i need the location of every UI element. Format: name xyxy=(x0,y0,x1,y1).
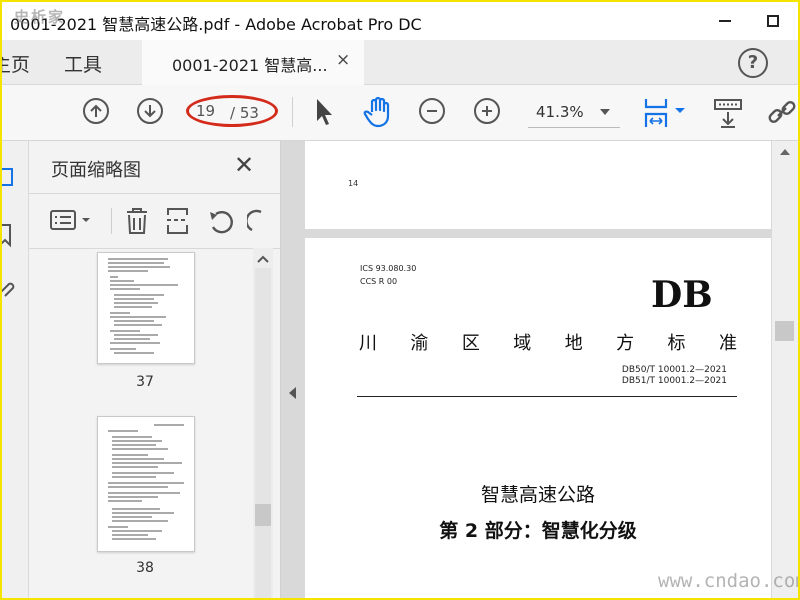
window-title: 0001-2021 智慧高速公路.pdf - Adobe Acrobat Pro… xyxy=(10,15,422,34)
toolbar: / 53 41.3% xyxy=(2,85,798,141)
tab-close-icon[interactable]: × xyxy=(336,50,350,70)
thumbnail-label: 37 xyxy=(136,374,154,390)
highlight-ellipse xyxy=(186,95,278,127)
left-rail xyxy=(2,141,29,598)
minimize-icon xyxy=(719,20,731,22)
select-cursor-icon[interactable] xyxy=(313,97,335,127)
previous-page-button[interactable] xyxy=(83,98,109,124)
current-page: ICS 93.080.30 CCS R 00 DB 川 渝 区 域 地 方 标 … xyxy=(305,238,771,598)
standard-title-char: 地 xyxy=(564,333,583,354)
watermark-top: 史析家 xyxy=(14,8,66,26)
standard-title-char: 标 xyxy=(667,333,686,354)
home-tab[interactable]: 主页 xyxy=(2,50,30,77)
trash-icon[interactable] xyxy=(124,206,150,236)
page-thumbnail[interactable] xyxy=(97,416,195,552)
previous-page: 14 xyxy=(305,141,771,229)
ics-code: ICS 93.080.30 CCS R 00 xyxy=(360,262,416,288)
standard-codes: DB50/T 10001.2—2021 DB51/T 10001.2—2021 xyxy=(595,365,727,387)
next-page-button[interactable] xyxy=(137,98,163,124)
extract-pages-icon[interactable] xyxy=(165,206,191,236)
watermark-bottom: www.cndao.com xyxy=(658,570,800,592)
minus-icon xyxy=(427,110,437,112)
close-icon[interactable]: ✕ xyxy=(234,151,254,179)
minimize-button[interactable] xyxy=(702,2,748,40)
options-menu-icon[interactable] xyxy=(49,208,95,234)
scroll-thumb[interactable] xyxy=(775,321,794,341)
standard-title-char: 区 xyxy=(461,333,480,354)
arrow-up-icon xyxy=(90,104,102,117)
tools-divider xyxy=(111,208,112,234)
page-thumbnails-nav-icon[interactable] xyxy=(2,163,16,193)
page-thumbnail-preview xyxy=(108,258,178,354)
document-scrollbar[interactable] xyxy=(772,141,798,598)
zoom-dropdown[interactable]: 41.3% xyxy=(528,99,620,128)
maximize-button[interactable] xyxy=(750,2,796,40)
bookmark-nav-icon[interactable] xyxy=(2,219,16,249)
scroll-track xyxy=(255,268,271,598)
app-window: 0001-2021 智慧高速公路.pdf - Adobe Acrobat Pro… xyxy=(0,0,800,600)
standard-title-char: 渝 xyxy=(410,333,429,354)
share-link-icon[interactable] xyxy=(766,98,798,128)
thumbnail-panel: 页面缩略图 ✕ 37 38 xyxy=(29,141,281,598)
standard-title-char: 方 xyxy=(616,333,635,354)
db-mark: DB xyxy=(651,274,713,316)
zoom-out-button[interactable] xyxy=(419,98,445,124)
fit-width-icon[interactable] xyxy=(642,96,688,130)
thumbnail-scrollbar[interactable] xyxy=(253,248,273,598)
document-tab-label: 0001-2021 智慧高... xyxy=(172,56,328,75)
hand-tool-icon[interactable] xyxy=(363,96,393,128)
ics-line-1: ICS 93.080.30 xyxy=(360,264,417,273)
standard-title-char: 域 xyxy=(513,333,532,354)
arrow-down-icon xyxy=(144,105,156,118)
scroll-thumb[interactable] xyxy=(255,504,271,526)
rotate-right-icon[interactable] xyxy=(247,206,267,236)
page-thumbnail-preview xyxy=(108,424,184,540)
page-number-text: 14 xyxy=(348,179,359,188)
thumbnail-tools xyxy=(29,193,280,249)
standard-title-char: 川 xyxy=(359,333,377,354)
standard-title: 川 渝 区 域 地 方 标 准 xyxy=(359,329,737,355)
document-subtitle: 第 2 部分：智慧化分级 xyxy=(439,520,637,542)
scroll-mode-icon[interactable] xyxy=(713,97,743,129)
zoom-in-button[interactable] xyxy=(474,98,500,124)
plus-icon xyxy=(482,106,492,116)
tab-bar: 主页 工具 0001-2021 智慧高... × ? xyxy=(2,40,798,85)
panel-title: 页面缩略图 xyxy=(51,160,141,181)
scroll-up-icon[interactable] xyxy=(780,149,790,155)
collapse-panel-icon[interactable] xyxy=(289,387,296,399)
document-view: 14 ICS 93.080.30 CCS R 00 DB 川 渝 区 域 地 方… xyxy=(281,141,798,598)
thumbnail-label: 38 xyxy=(136,560,154,576)
thumbnail-list: 37 38 xyxy=(29,248,255,598)
tools-tab[interactable]: 工具 xyxy=(64,50,102,77)
zoom-value: 41.3% xyxy=(536,103,584,121)
title-bar: 0001-2021 智慧高速公路.pdf - Adobe Acrobat Pro… xyxy=(2,2,798,40)
toolbar-divider xyxy=(292,97,293,127)
header-rule xyxy=(357,396,737,397)
standard-code-2: DB51/T 10001.2—2021 xyxy=(621,376,727,386)
page-thumbnail[interactable] xyxy=(97,252,195,364)
ics-line-2: CCS R 00 xyxy=(360,277,398,286)
standard-code-1: DB50/T 10001.2—2021 xyxy=(621,365,727,375)
standard-title-char: 准 xyxy=(718,333,737,354)
attachment-nav-icon[interactable] xyxy=(2,273,16,303)
chevron-down-icon xyxy=(600,109,610,115)
document-title: 智慧高速公路 xyxy=(480,484,595,506)
scroll-up-icon[interactable] xyxy=(257,254,269,264)
help-icon[interactable]: ? xyxy=(738,48,768,78)
rotate-left-icon[interactable] xyxy=(206,206,236,236)
document-tab[interactable]: 0001-2021 智慧高... × xyxy=(142,40,364,85)
maximize-icon xyxy=(767,15,779,27)
